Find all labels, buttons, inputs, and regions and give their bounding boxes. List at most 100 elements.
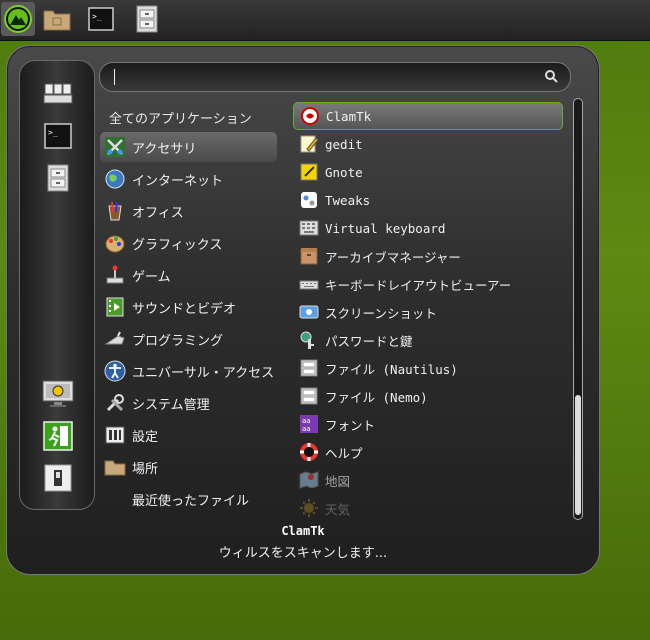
app-item[interactable]: Gnote [293, 158, 563, 186]
graphics-icon [104, 232, 126, 254]
category-label: プログラミング [132, 333, 224, 349]
terminal-launcher-button[interactable]: >_ [84, 2, 118, 36]
app-item[interactable]: ClamTk [293, 102, 563, 130]
category-item[interactable]: アクセサリ [100, 132, 277, 162]
places-icon [104, 456, 126, 478]
category-item[interactable]: 設定 [100, 420, 277, 450]
top-panel: >_ [0, 0, 650, 41]
archive-icon [299, 246, 319, 266]
system-tools-icon [104, 392, 126, 414]
app-label: ヘルプ [325, 445, 363, 461]
app-item[interactable]: Tweaks [293, 186, 563, 214]
search-icon [545, 70, 558, 83]
category-label: アクセサリ [132, 141, 197, 157]
category-item[interactable]: 場所 [100, 452, 277, 482]
app-item[interactable]: ヘルプ [293, 438, 563, 466]
terminal-button[interactable]: >_ [38, 119, 78, 153]
search-box[interactable] [99, 62, 571, 92]
app-item[interactable]: 地図 [293, 466, 563, 494]
file-cabinet-launcher-button[interactable] [130, 2, 164, 36]
settings-icon [104, 424, 126, 446]
app-label: パスワードと鍵 [325, 333, 413, 349]
selected-app-description: ウィルスをスキャンします... [218, 546, 388, 561]
scrollbar-thumb[interactable] [575, 395, 581, 515]
app-label: ファイル (Nautilus) [325, 361, 458, 377]
programming-icon [104, 328, 126, 350]
file-manager-icon [299, 358, 319, 378]
category-item[interactable]: システム管理 [100, 388, 277, 418]
terminal-icon: >_ [44, 123, 72, 149]
menu-icon [4, 5, 32, 33]
file-manager-icon [299, 386, 319, 406]
file-cabinet-icon [47, 164, 69, 192]
logout-icon [43, 421, 73, 451]
favorites-sidebar: >_ [19, 60, 95, 510]
category-label: 場所 [132, 461, 159, 477]
application-menu: >_ 全てのアプリケーション アクセサリ インターネット オフィス グラフィック… [6, 45, 600, 575]
category-label: 設定 [132, 429, 159, 445]
category-label: オフィス [132, 205, 184, 221]
menu-button[interactable] [1, 2, 35, 36]
help-icon [299, 442, 319, 462]
keyboard-icon [299, 218, 319, 238]
search-input[interactable] [118, 66, 522, 88]
lock-screen-button[interactable] [38, 377, 78, 411]
app-label: Tweaks [325, 192, 371, 208]
svg-text:>_: >_ [92, 12, 102, 21]
file-cabinet-icon [136, 5, 158, 33]
computer-button[interactable] [38, 77, 78, 111]
terminal-icon: >_ [88, 7, 114, 31]
gnote-icon [299, 162, 319, 182]
tweaks-icon [299, 190, 319, 210]
app-label: Virtual keyboard [325, 220, 446, 236]
category-item[interactable]: ゲーム [100, 260, 277, 290]
app-label: スクリーンショット [325, 305, 437, 321]
internet-icon [104, 168, 126, 190]
fonts-icon: aa aa [299, 414, 319, 434]
category-item[interactable]: ユニバーサル・アクセス [100, 356, 277, 386]
category-item[interactable]: サウンドとビデオ [100, 292, 277, 322]
shutdown-icon [44, 464, 72, 492]
folder-icon [43, 10, 71, 31]
app-item[interactable]: gedit [293, 130, 563, 158]
app-item[interactable]: キーボードレイアウトビューアー [293, 270, 563, 298]
text-caret [114, 69, 115, 85]
file-cabinet-button[interactable] [38, 161, 78, 195]
password-icon [299, 330, 319, 350]
category-label: ゲーム [132, 269, 171, 285]
category-label: ユニバーサル・アクセス [132, 365, 275, 381]
app-item[interactable]: Virtual keyboard [293, 214, 563, 242]
category-label: システム管理 [132, 397, 210, 413]
app-item[interactable]: パスワードと鍵 [293, 326, 563, 354]
category-item[interactable]: プログラミング [100, 324, 277, 354]
app-list-scrollbar[interactable] [573, 98, 583, 520]
app-item[interactable]: ファイル (Nemo) [293, 382, 563, 410]
category-item[interactable]: グラフィックス [100, 228, 277, 258]
app-item[interactable]: アーカイブマネージャー [293, 242, 563, 270]
app-item[interactable]: スクリーンショット [293, 298, 563, 326]
games-icon [104, 264, 126, 286]
app-item[interactable]: 天気 [293, 494, 563, 522]
category-item[interactable]: オフィス [100, 196, 277, 226]
app-label: ファイル (Nemo) [325, 389, 428, 405]
shutdown-button[interactable] [38, 461, 78, 495]
gedit-icon [299, 134, 319, 154]
selected-app-name: ClamTk [281, 524, 325, 538]
all-applications-category[interactable]: 全てのアプリケーション [109, 108, 252, 127]
app-item[interactable]: ファイル (Nautilus) [293, 354, 563, 382]
app-label: フォント [325, 417, 376, 433]
files-launcher-button[interactable] [40, 2, 74, 36]
category-item[interactable]: 最近使ったファイル [100, 484, 277, 514]
app-label: Gnote [325, 164, 363, 180]
app-label: gedit [325, 136, 363, 152]
app-label: 天気 [325, 501, 351, 517]
accessories-icon [104, 136, 126, 158]
clamtk-icon [300, 106, 320, 126]
category-item[interactable]: インターネット [100, 164, 277, 194]
app-label: ClamTk [326, 108, 372, 124]
screenshot-icon [299, 302, 319, 322]
app-item[interactable]: aa aa フォント [293, 410, 563, 438]
logout-button[interactable] [38, 419, 78, 453]
app-label: 地図 [325, 473, 351, 489]
app-label: アーカイブマネージャー [325, 249, 461, 265]
